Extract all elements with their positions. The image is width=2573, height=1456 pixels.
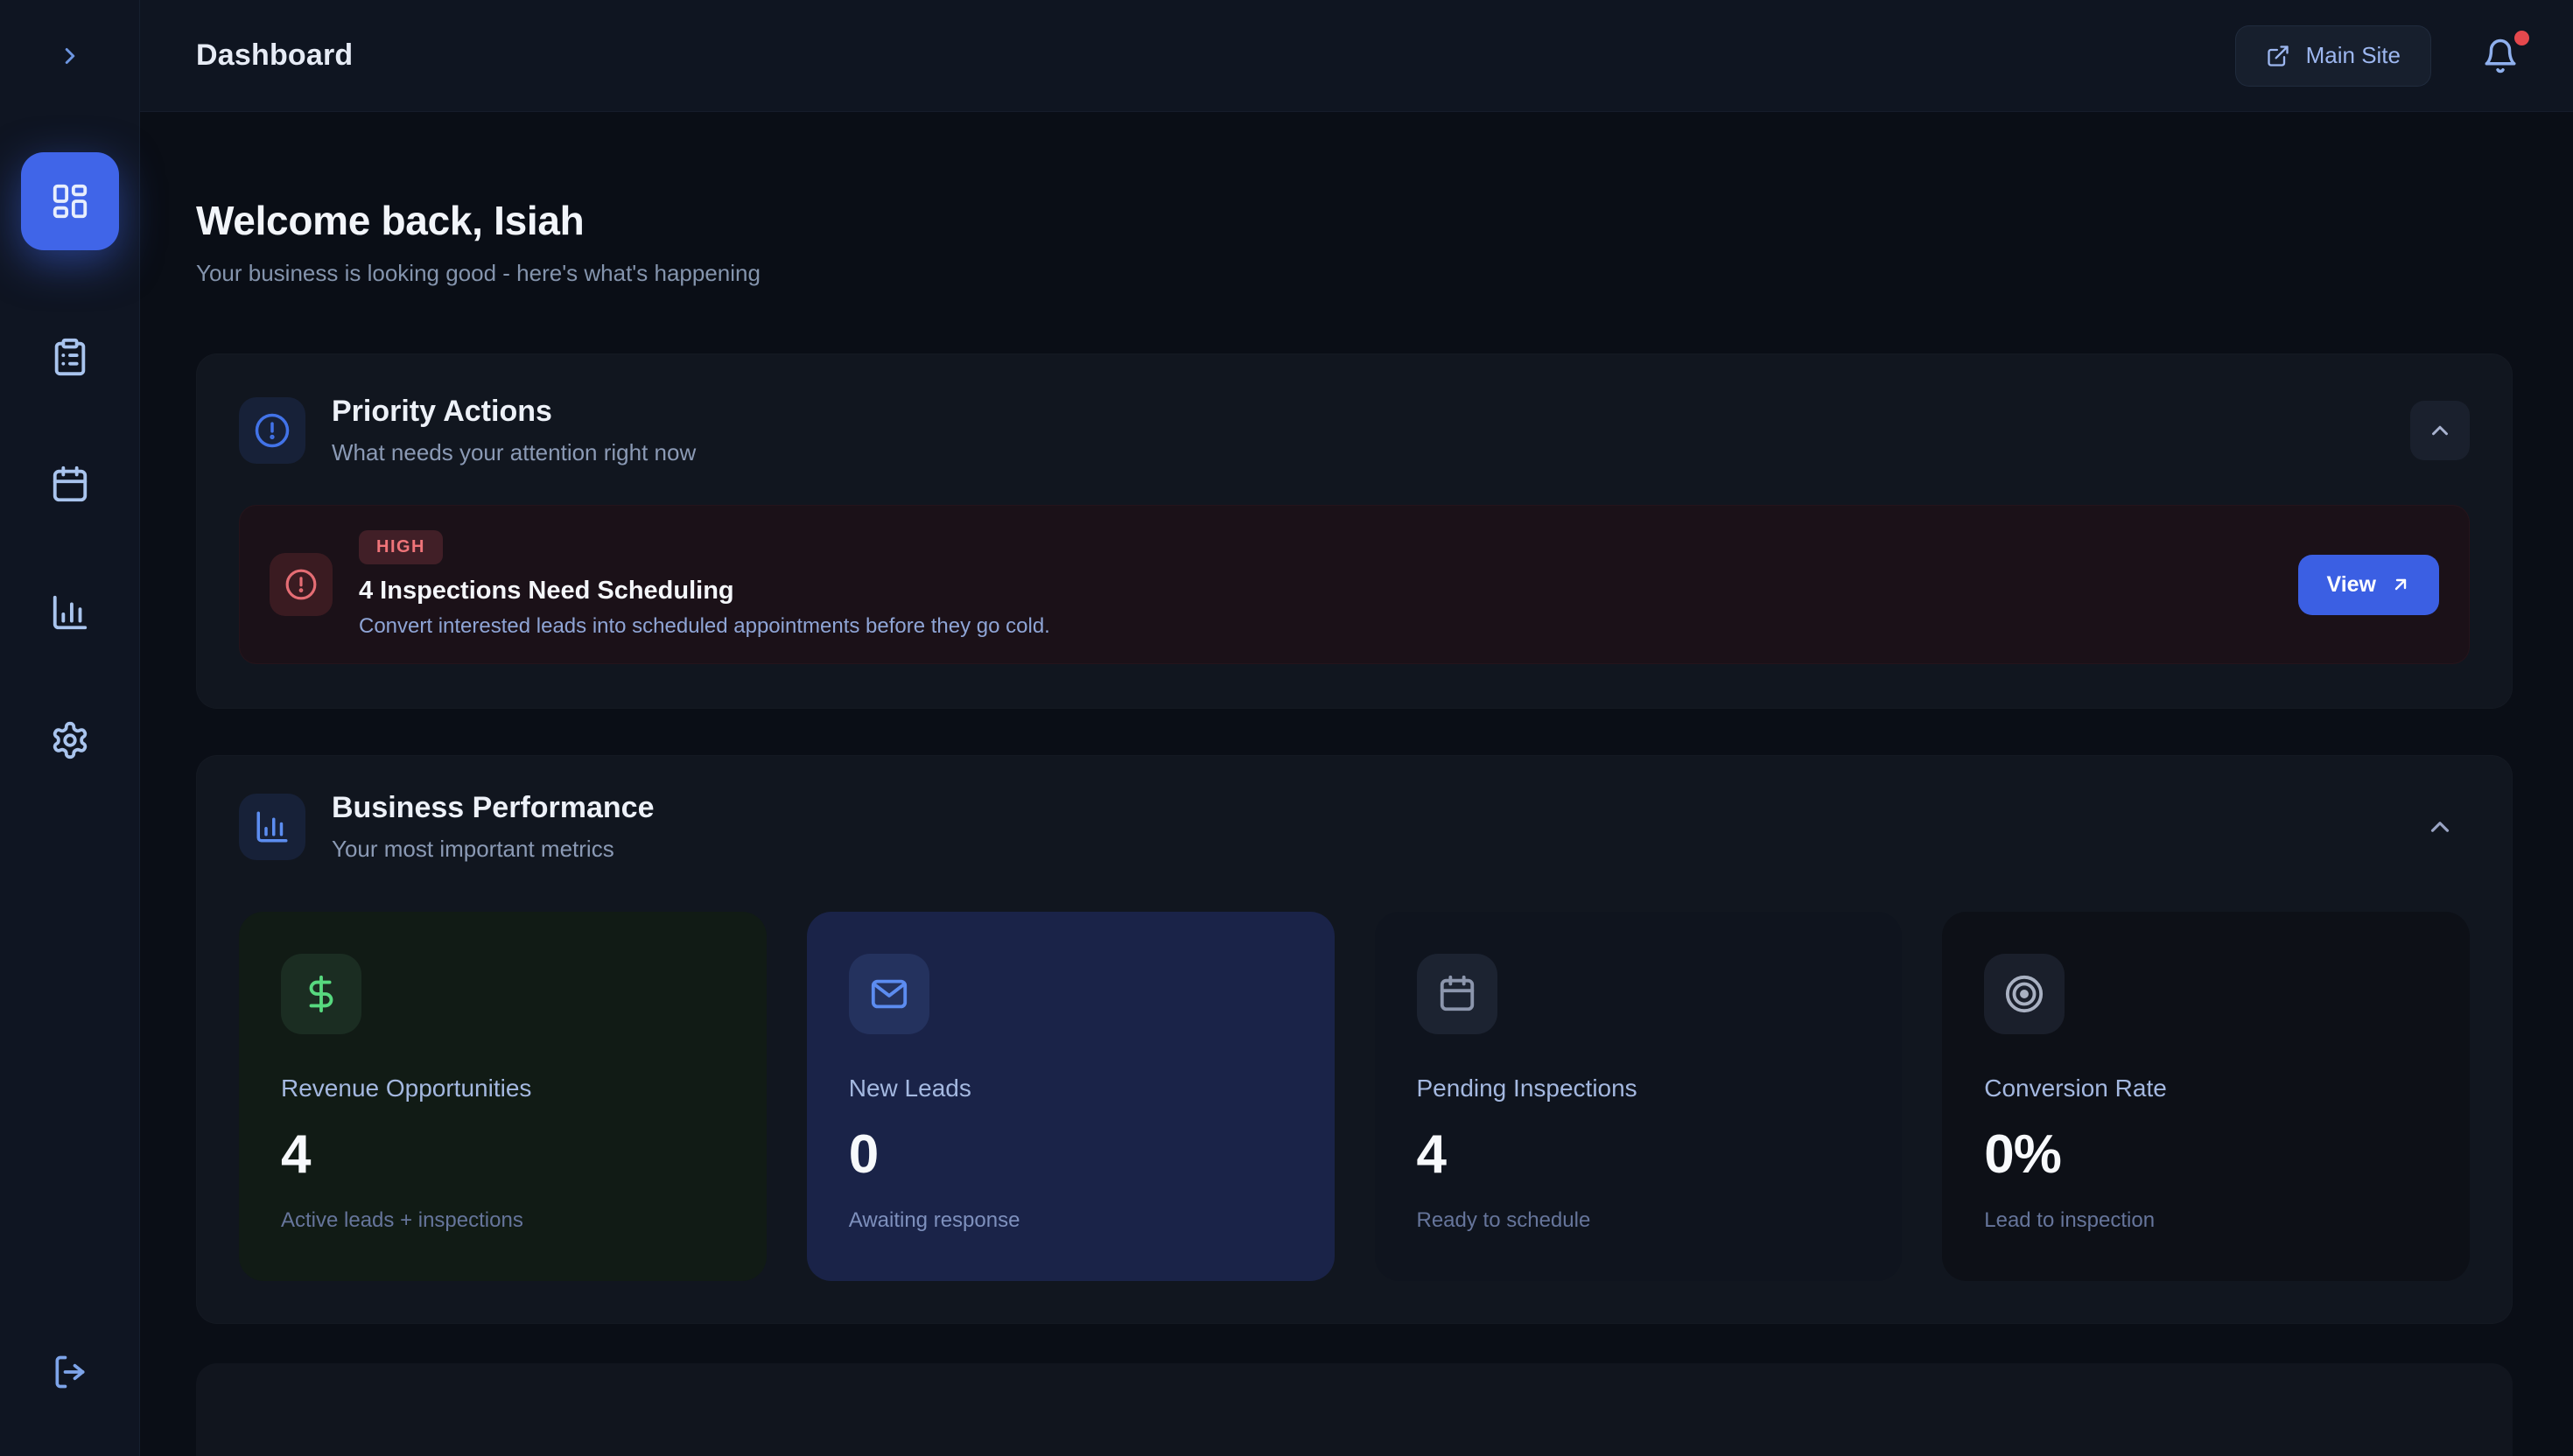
clipboard-list-icon [50, 337, 90, 377]
logout-icon [51, 1353, 89, 1391]
mail-icon [849, 954, 929, 1034]
header-actions: Main Site [2235, 25, 2524, 87]
notification-dot [2514, 31, 2529, 46]
business-performance-card: Business Performance Your most important… [196, 755, 2513, 1324]
priority-title: Priority Actions [332, 395, 696, 429]
layout-dashboard-icon [50, 181, 90, 221]
sidebar-expand-button[interactable] [0, 0, 139, 112]
alert-icon-box [270, 553, 333, 616]
priority-collapse-button[interactable] [2410, 401, 2470, 460]
sidebar [0, 0, 140, 1456]
bell-icon [2482, 38, 2519, 74]
sidebar-item-settings[interactable] [21, 691, 119, 789]
priority-header-texts: Priority Actions What needs your attenti… [332, 395, 696, 466]
metric-label: Pending Inspections [1417, 1074, 1861, 1102]
priority-alert-row[interactable]: HIGH 4 Inspections Need Scheduling Conve… [239, 505, 2470, 664]
metric-card-revenue[interactable]: Revenue Opportunities 4 Active leads + i… [239, 912, 767, 1281]
performance-subtitle: Your most important metrics [332, 836, 655, 863]
view-button[interactable]: View [2298, 555, 2439, 615]
calendar-icon [50, 465, 90, 505]
notifications-button[interactable] [2477, 32, 2524, 80]
priority-icon-box [239, 397, 305, 464]
metric-value: 4 [1417, 1124, 1861, 1186]
metric-card-new-leads[interactable]: New Leads 0 Awaiting response [807, 912, 1335, 1281]
sidebar-item-leads[interactable] [21, 308, 119, 406]
performance-header-texts: Business Performance Your most important… [332, 791, 655, 863]
performance-icon-box [239, 794, 305, 860]
chevron-up-icon [2425, 812, 2455, 842]
target-icon [1984, 954, 2065, 1034]
metric-subtext: Ready to schedule [1417, 1208, 1861, 1233]
sidebar-item-dashboard[interactable] [21, 152, 119, 250]
main-site-label: Main Site [2306, 42, 2401, 69]
dollar-icon [281, 954, 361, 1034]
chevron-right-icon [57, 43, 83, 69]
bar-chart-icon [50, 592, 90, 633]
welcome-heading: Welcome back, Isiah [196, 197, 2513, 244]
priority-actions-header: Priority Actions What needs your attenti… [239, 395, 2470, 466]
gear-icon [50, 720, 90, 760]
bar-chart-icon [254, 808, 291, 845]
priority-subtitle: What needs your attention right now [332, 439, 696, 466]
alert-circle-icon [284, 568, 318, 601]
page-title: Dashboard [196, 38, 353, 73]
metric-card-conversion-rate[interactable]: Conversion Rate 0% Lead to inspection [1942, 912, 2470, 1281]
metric-card-pending-inspections[interactable]: Pending Inspections 4 Ready to schedule [1375, 912, 1903, 1281]
performance-collapse-button[interactable] [2410, 797, 2470, 857]
metric-value: 4 [281, 1124, 725, 1186]
sidebar-item-schedule[interactable] [21, 436, 119, 534]
priority-actions-card: Priority Actions What needs your attenti… [196, 354, 2513, 709]
alert-circle-icon [254, 412, 291, 449]
alert-description: Convert interested leads into scheduled … [359, 614, 1050, 639]
sidebar-item-analytics[interactable] [21, 564, 119, 662]
main-content: Welcome back, Isiah Your business is loo… [140, 112, 2573, 1456]
severity-badge: HIGH [359, 530, 443, 564]
welcome-subtitle: Your business is looking good - here's w… [196, 260, 2513, 287]
alert-texts: HIGH 4 Inspections Need Scheduling Conve… [359, 530, 1050, 639]
main-site-button[interactable]: Main Site [2235, 25, 2431, 87]
view-button-label: View [2326, 572, 2376, 598]
calendar-icon [1417, 954, 1497, 1034]
chevron-up-icon [2427, 417, 2453, 444]
metric-subtext: Lead to inspection [1984, 1208, 2428, 1233]
metric-label: Revenue Opportunities [281, 1074, 725, 1102]
metric-label: Conversion Rate [1984, 1074, 2428, 1102]
metric-value: 0% [1984, 1124, 2428, 1186]
performance-header: Business Performance Your most important… [239, 791, 2470, 863]
alert-title: 4 Inspections Need Scheduling [359, 577, 1050, 606]
external-link-icon [2266, 44, 2290, 68]
metric-subtext: Active leads + inspections [281, 1208, 725, 1233]
metrics-grid: Revenue Opportunities 4 Active leads + i… [239, 912, 2470, 1281]
metric-label: New Leads [849, 1074, 1293, 1102]
arrow-up-right-icon [2390, 574, 2411, 595]
performance-title: Business Performance [332, 791, 655, 825]
logout-button[interactable] [21, 1323, 119, 1421]
metric-subtext: Awaiting response [849, 1208, 1293, 1233]
top-header: Dashboard Main Site [140, 0, 2573, 112]
next-section-card-partial [196, 1363, 2513, 1456]
metric-value: 0 [849, 1124, 1293, 1186]
